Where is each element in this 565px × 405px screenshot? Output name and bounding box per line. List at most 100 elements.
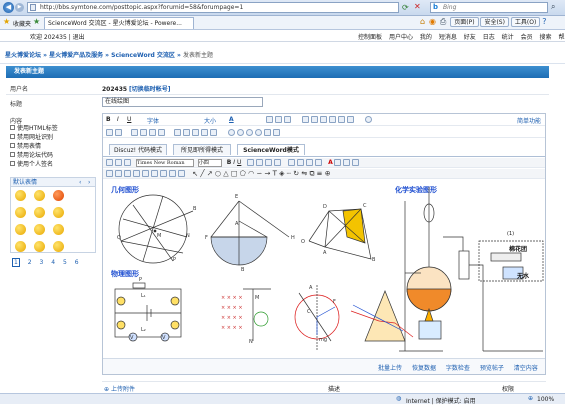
- flip-icon[interactable]: ⇋: [301, 170, 307, 178]
- nav-search[interactable]: 搜索: [540, 34, 552, 41]
- sw-undo-icon[interactable]: [133, 170, 140, 177]
- link-icon[interactable]: [301, 116, 309, 123]
- emoticon-smile[interactable]: [15, 190, 26, 201]
- menu-page[interactable]: 页面(P): [450, 17, 479, 27]
- tab-discuz-code[interactable]: Discuz! 代码模式: [109, 144, 167, 155]
- circle-icon[interactable]: ○: [215, 170, 221, 178]
- sub-icon[interactable]: [227, 129, 235, 136]
- paste-icon[interactable]: [124, 170, 131, 177]
- zoom-icon-status[interactable]: ⊕: [528, 395, 533, 402]
- size-select[interactable]: 大小: [204, 116, 216, 125]
- open-icon[interactable]: [115, 159, 122, 166]
- curve-icon[interactable]: ∽: [256, 170, 262, 178]
- ray-icon[interactable]: ↗: [207, 170, 213, 178]
- page-4[interactable]: 4: [51, 259, 55, 266]
- emoticon-laugh[interactable]: [53, 207, 64, 218]
- sw-align-center-icon[interactable]: [256, 159, 264, 166]
- nav-mine[interactable]: 我的: [420, 34, 432, 41]
- forward-icon[interactable]: ▶: [15, 3, 24, 12]
- page-1[interactable]: 1: [12, 258, 20, 267]
- option-bbcode[interactable]: 禁用论坛代码: [10, 151, 58, 160]
- sw-highlight-icon[interactable]: [333, 159, 341, 166]
- media-icon[interactable]: [328, 116, 336, 123]
- emoticon-cool[interactable]: [15, 207, 26, 218]
- sw-sigma-icon[interactable]: [169, 170, 176, 177]
- sw-sub-icon[interactable]: [288, 159, 296, 166]
- sw-italic-icon[interactable]: I: [233, 159, 235, 166]
- url-field[interactable]: http://bbs.symtone.com/posttopic.aspx?fo…: [27, 2, 399, 13]
- stop-icon[interactable]: ✕: [414, 2, 421, 11]
- dash-icon[interactable]: ┄: [287, 170, 291, 178]
- emoticon-angry[interactable]: [53, 190, 64, 201]
- nav-stats[interactable]: 统计: [502, 34, 514, 41]
- emoticon-cry[interactable]: [34, 241, 45, 252]
- flash-icon[interactable]: [173, 129, 181, 136]
- emoticon-love[interactable]: [53, 241, 64, 252]
- favorites-star-icon[interactable]: ★: [3, 17, 10, 26]
- rotate-icon[interactable]: ↻: [293, 170, 299, 178]
- quote-icon[interactable]: [337, 116, 345, 123]
- simple-mode-link[interactable]: 简单功能: [517, 116, 541, 125]
- home-icon[interactable]: ⌂: [420, 17, 425, 26]
- emoticon-wink[interactable]: [15, 224, 26, 235]
- emoticon-shy[interactable]: [34, 207, 45, 218]
- emoticon-tongue[interactable]: [15, 241, 26, 252]
- crumb-forum[interactable]: 星火博爱论坛: [5, 52, 41, 59]
- sw-grid-icon[interactable]: [160, 170, 167, 177]
- bold-icon[interactable]: B: [106, 116, 111, 123]
- page-3[interactable]: 3: [40, 259, 44, 266]
- option-url[interactable]: 禁用网址识别: [10, 133, 58, 142]
- font-color-icon[interactable]: A: [229, 116, 234, 123]
- list-ul-icon[interactable]: [139, 129, 147, 136]
- sw-sup-icon[interactable]: [297, 159, 305, 166]
- option-smilies[interactable]: 禁用表情: [10, 142, 58, 151]
- nav-help[interactable]: 帮助: [558, 34, 565, 41]
- help-icon[interactable]: ?: [542, 17, 546, 26]
- table-icon[interactable]: [319, 116, 327, 123]
- nav-control-panel[interactable]: 控制面板: [358, 34, 382, 41]
- sup-icon[interactable]: [236, 129, 244, 136]
- redo-icon[interactable]: [115, 129, 122, 136]
- tab-wysiwyg[interactable]: 所见即所得模式: [173, 144, 231, 155]
- hide-icon[interactable]: [200, 129, 208, 136]
- align-center-icon[interactable]: [275, 116, 282, 123]
- batch-upload-button[interactable]: 批量上传: [378, 365, 402, 372]
- page-2[interactable]: 2: [28, 259, 32, 266]
- sw-align-right-icon[interactable]: [265, 159, 273, 166]
- preview-button[interactable]: 预览帖子: [480, 365, 504, 372]
- font-select[interactable]: 字体: [147, 116, 159, 125]
- prev-page-icon[interactable]: ‹: [79, 179, 81, 186]
- switch-account-link[interactable]: [切换临时帐号]: [129, 86, 171, 93]
- arrow-icon[interactable]: →: [265, 170, 271, 178]
- list-ol-icon[interactable]: [130, 129, 138, 136]
- italic-icon[interactable]: I: [117, 116, 119, 123]
- drawing-canvas[interactable]: 几何图形 化学实验图形 物理图形 MQNPB FEAHB D C O B A (…: [103, 181, 545, 358]
- fill-icon[interactable]: ◈: [279, 170, 284, 178]
- emoticon-grin[interactable]: [34, 190, 45, 201]
- tab-scienceword[interactable]: ScienceWord模式: [237, 144, 305, 155]
- image-icon[interactable]: [310, 116, 318, 123]
- sw-chart-icon[interactable]: [351, 159, 359, 166]
- nav-members[interactable]: 会员: [521, 34, 533, 41]
- pointer-icon[interactable]: ↖: [192, 170, 198, 178]
- title-input[interactable]: 在线绘图: [102, 97, 263, 107]
- math-icon[interactable]: [245, 129, 253, 136]
- zoom-icon[interactable]: ⊕: [325, 170, 331, 178]
- nav-user-center[interactable]: 用户中心: [389, 34, 413, 41]
- sw-justify-icon[interactable]: [274, 159, 282, 166]
- remove-format-icon[interactable]: [272, 129, 280, 136]
- sw-frac-icon[interactable]: [178, 170, 185, 177]
- upload-attachment-link[interactable]: ⊕ 上传附件: [104, 384, 135, 393]
- page-5[interactable]: 5: [63, 259, 67, 266]
- page-6[interactable]: 6: [75, 259, 79, 266]
- align-right-icon[interactable]: [284, 116, 291, 123]
- emoticon-surprise[interactable]: [53, 224, 64, 235]
- group-icon[interactable]: ⧉: [309, 170, 314, 178]
- browser-tab[interactable]: ScienceWord 交流区 - 星火博爱论坛 - Powere...: [44, 17, 194, 29]
- menu-safety[interactable]: 安全(S): [480, 17, 509, 27]
- free-icon[interactable]: [191, 129, 199, 136]
- nav-messages[interactable]: 短消息: [439, 34, 457, 41]
- symbol-icon[interactable]: [263, 129, 271, 136]
- sw-align-left-icon[interactable]: [247, 159, 255, 166]
- search-icon[interactable]: ⌕: [551, 2, 555, 12]
